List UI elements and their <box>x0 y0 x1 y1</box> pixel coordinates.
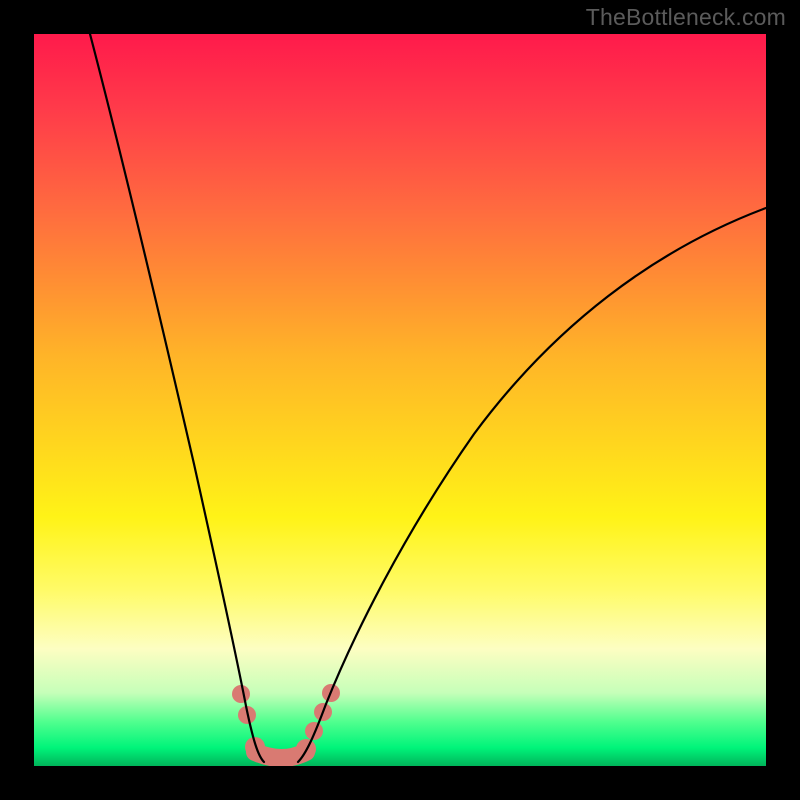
chart-frame: TheBottleneck.com <box>0 0 800 800</box>
watermark-label: TheBottleneck.com <box>586 4 786 31</box>
right-curve-path <box>298 208 766 762</box>
left-curve-path <box>90 34 264 762</box>
marker-dot <box>232 685 250 703</box>
chart-curves-svg <box>34 34 766 766</box>
marker-dot <box>305 722 323 740</box>
chart-plot-area <box>34 34 766 766</box>
